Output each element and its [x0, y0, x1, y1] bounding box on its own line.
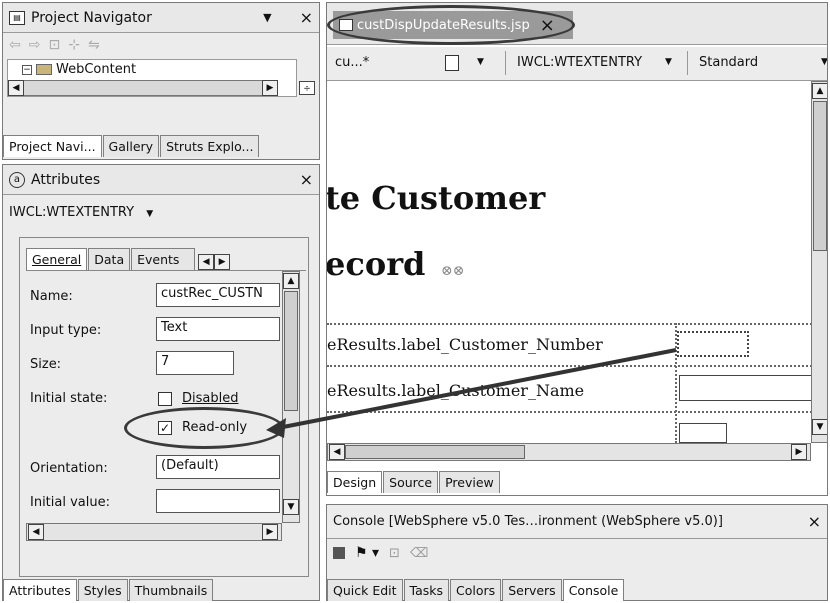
console-titlebar: Console [WebSphere v5.0 Tes…ironment (We… — [327, 505, 827, 539]
arrow-head — [266, 418, 286, 438]
tab-colors[interactable]: Colors — [450, 579, 502, 601]
console-panel: Console [WebSphere v5.0 Tes…ironment (We… — [326, 504, 828, 601]
terminate-icon[interactable] — [333, 547, 345, 559]
close-icon[interactable]: × — [808, 512, 821, 531]
arrow-line — [277, 348, 677, 430]
tab-tasks[interactable]: Tasks — [403, 579, 450, 601]
lock-icon[interactable]: ⊡ — [389, 546, 400, 561]
clear-icon[interactable]: ⌫ — [410, 546, 428, 561]
console-toolbar: ⚑ ▾ ⊡ ⌫ — [333, 545, 428, 561]
console-title: Console [WebSphere v5.0 Tes…ironment (We… — [333, 514, 723, 529]
tab-console[interactable]: Console — [562, 579, 625, 601]
tab-servers[interactable]: Servers — [502, 579, 562, 601]
run-icon[interactable]: ⚑ ▾ — [355, 545, 379, 561]
console-tabs: Quick Edit Tasks Colors Servers Console — [327, 575, 625, 601]
tab-quick-edit[interactable]: Quick Edit — [327, 579, 403, 601]
